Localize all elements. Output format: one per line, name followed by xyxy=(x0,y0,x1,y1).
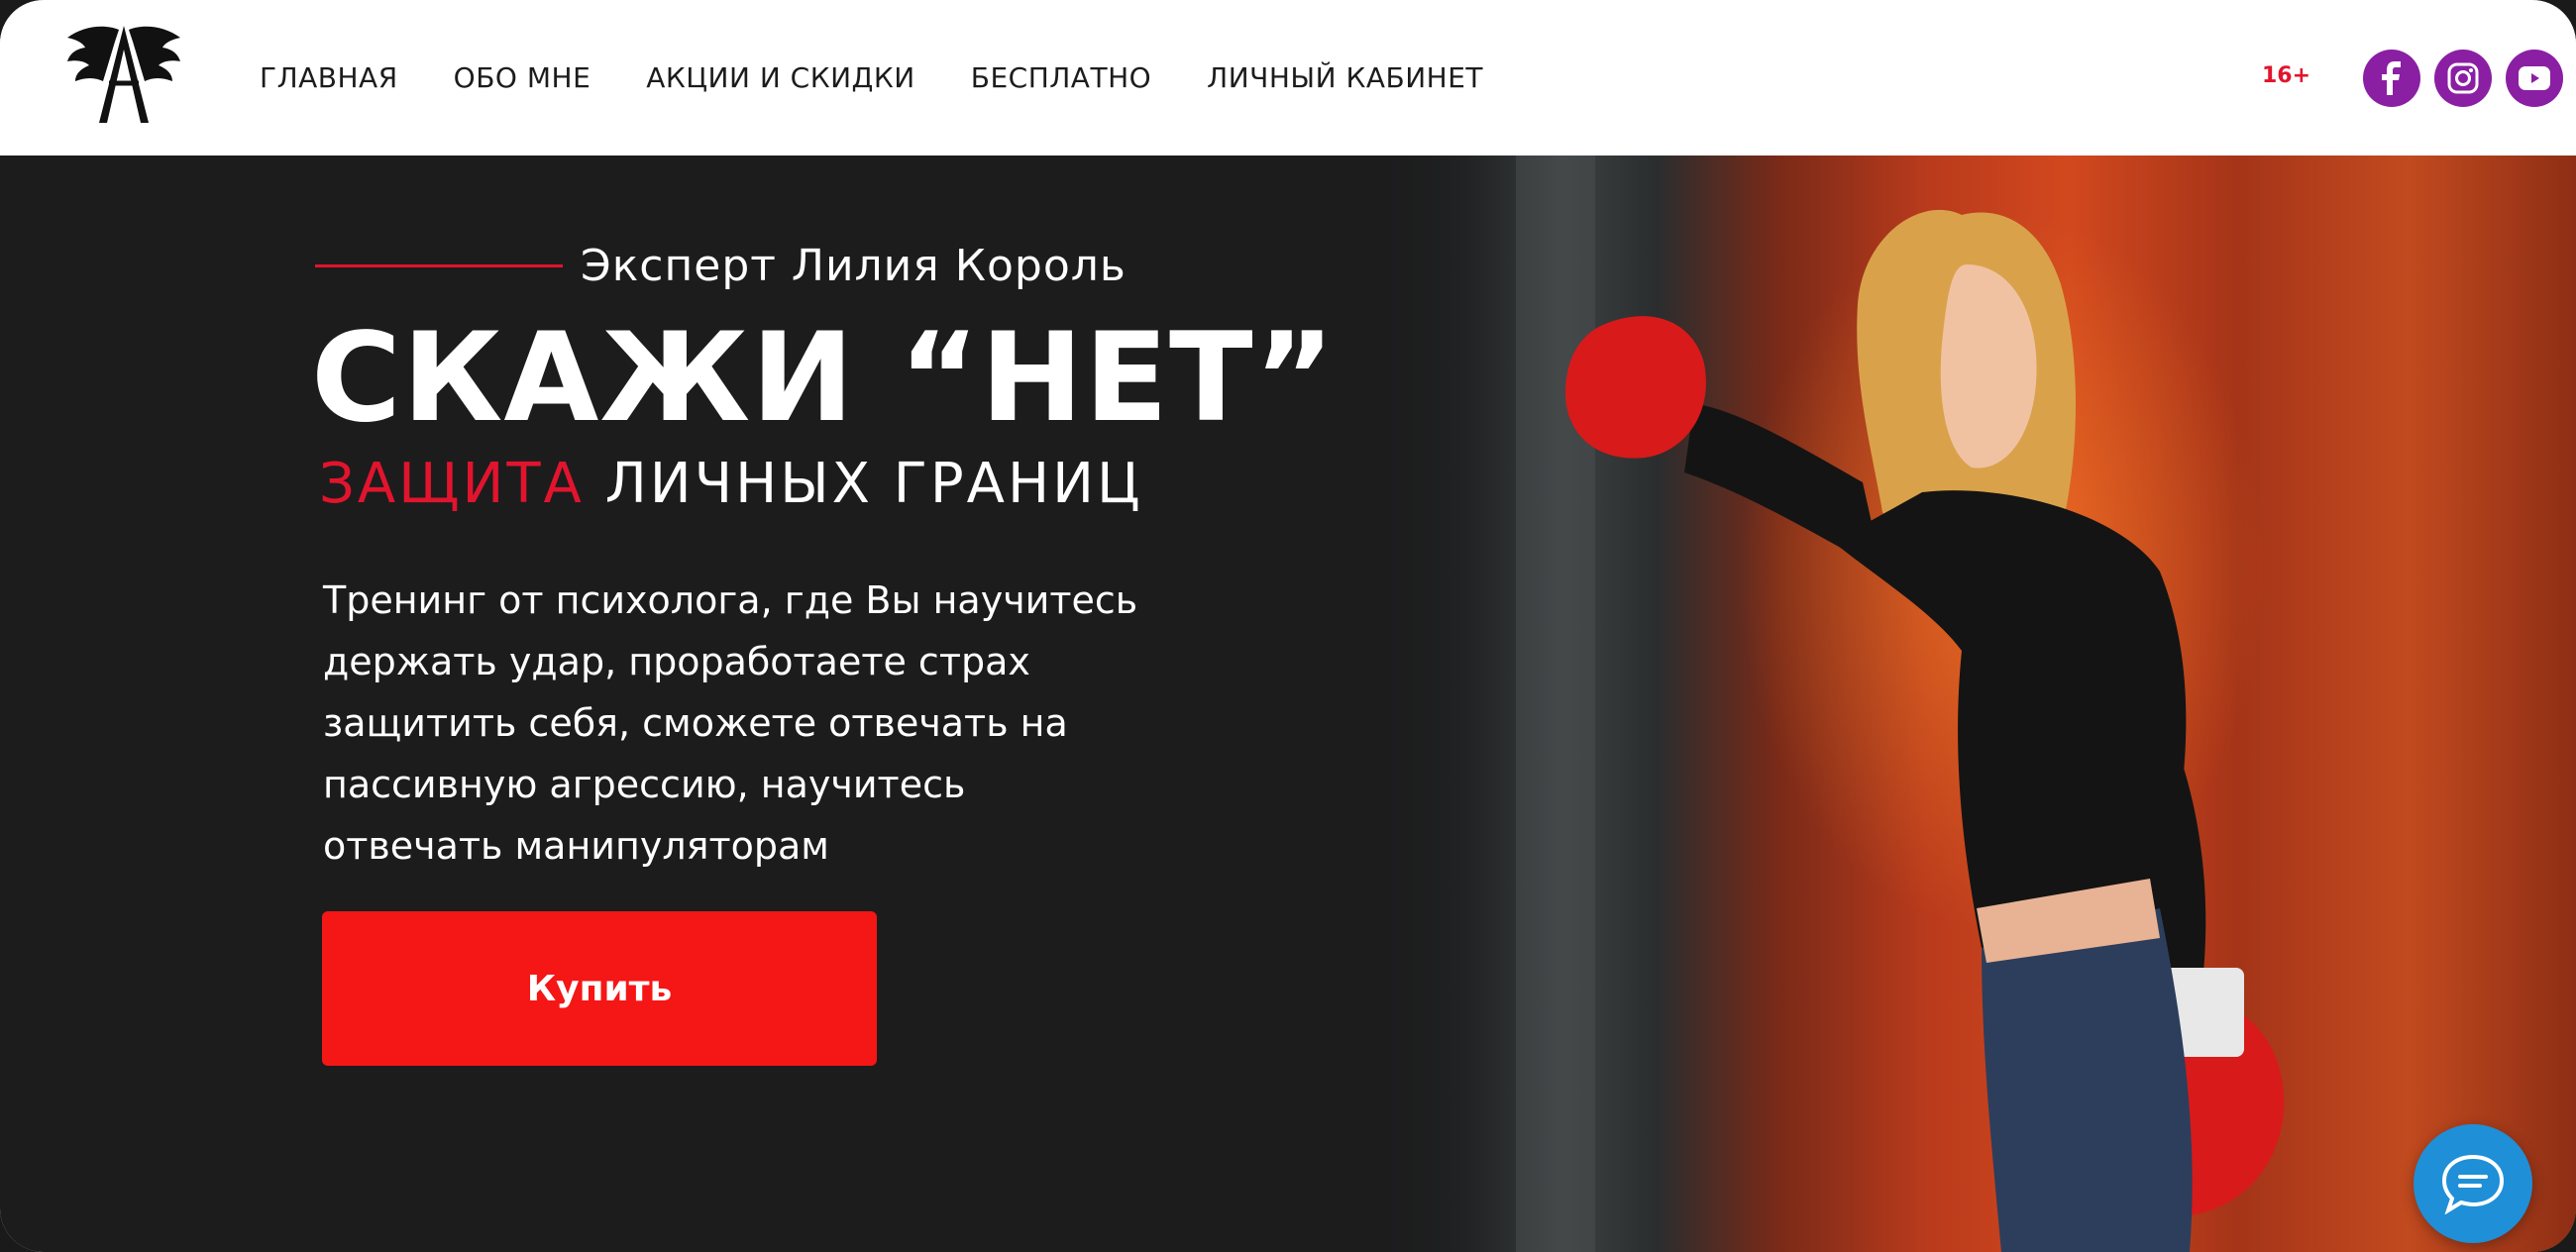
tagline-accent: ЗАЩИТА xyxy=(319,452,585,516)
buy-button[interactable]: Купить xyxy=(322,911,877,1066)
main-nav: ГЛАВНАЯ ОБО МНЕ АКЦИИ И СКИДКИ БЕСПЛАТНО… xyxy=(260,0,1483,156)
tagline-rest: ЛИЧНЫХ ГРАНИЦ xyxy=(604,452,1143,516)
subtitle-accent-line xyxy=(315,264,563,267)
facebook-icon[interactable] xyxy=(2363,50,2420,107)
description-line: отвечать манипуляторам xyxy=(323,824,829,868)
nav-item-about[interactable]: ОБО МНЕ xyxy=(454,61,591,94)
age-rating-badge: 16+ xyxy=(2262,63,2311,88)
description-line: Тренинг от психолога, где Вы научитесь xyxy=(323,578,1138,622)
hero-title: СКАЖИ “НЕТ” xyxy=(311,307,1337,450)
nav-item-free[interactable]: БЕСПЛАТНО xyxy=(971,61,1151,94)
description-line: защитить себя, сможете отвечать на xyxy=(323,701,1068,745)
landing-page: ГЛАВНАЯ ОБО МНЕ АКЦИИ И СКИДКИ БЕСПЛАТНО… xyxy=(0,0,2576,1252)
instagram-icon[interactable] xyxy=(2434,50,2492,107)
hero-tagline: ЗАЩИТА ЛИЧНЫХ ГРАНИЦ xyxy=(319,453,1142,516)
nav-item-home[interactable]: ГЛАВНАЯ xyxy=(260,61,398,94)
description-line: держать удар, проработаете страх xyxy=(323,640,1030,683)
hero-section: Эксперт Лилия Король СКАЖИ “НЕТ” ЗАЩИТА … xyxy=(0,156,2576,1252)
site-header: ГЛАВНАЯ ОБО МНЕ АКЦИИ И СКИДКИ БЕСПЛАТНО… xyxy=(0,0,2576,156)
youtube-icon[interactable] xyxy=(2506,50,2563,107)
description-line: пассивную агрессию, научитесь xyxy=(323,763,966,806)
nav-item-promotions[interactable]: АКЦИИ И СКИДКИ xyxy=(646,61,914,94)
expert-subtitle: Эксперт Лилия Король xyxy=(581,241,1127,291)
nav-item-account[interactable]: ЛИЧНЫЙ КАБИНЕТ xyxy=(1207,61,1483,94)
chat-widget-button[interactable] xyxy=(2414,1124,2532,1243)
boxer-woman-photo xyxy=(1516,156,2285,1252)
chat-bubble-icon xyxy=(2441,1154,2505,1214)
winged-logo-icon[interactable] xyxy=(65,20,182,131)
hero-description: Тренинг от психолога, где Вы научитесь д… xyxy=(323,570,1195,877)
